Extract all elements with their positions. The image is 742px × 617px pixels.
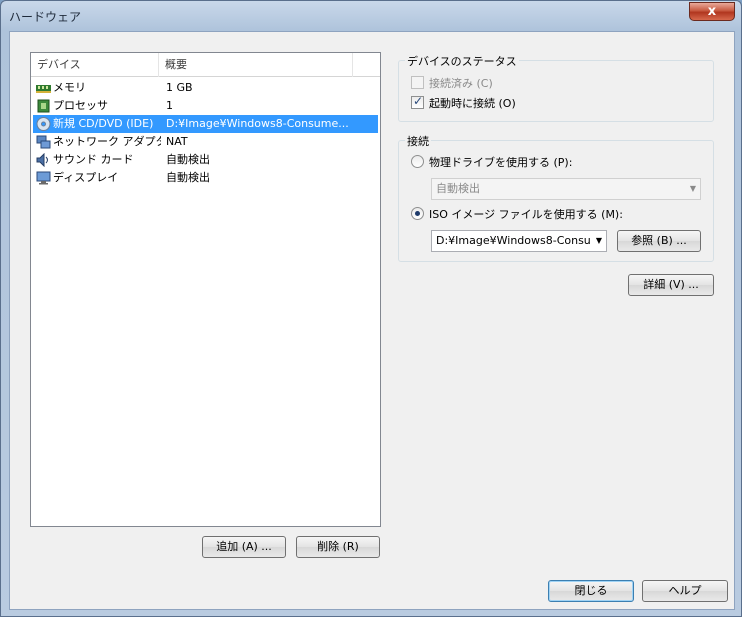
memory-icon [36,85,51,93]
chevron-down-icon: ▼ [689,184,696,193]
device-name: ネットワーク アダプタ [53,135,161,148]
device-summary: 自動検出 [166,171,210,184]
iso-path-value: D:¥Image¥Windows8-Consu [436,234,591,247]
processor-icon [37,99,50,113]
device-list-header: デバイス 概要 [31,53,380,77]
device-summary: NAT [166,135,188,148]
device-name: プロセッサ [53,99,108,112]
device-summary: 自動検出 [166,153,210,166]
browse-button[interactable]: 参照 (B) ... [617,230,701,252]
remove-device-button[interactable]: 削除 (R) [296,536,380,558]
device-name: メモリ [53,81,86,94]
device-row-sound[interactable]: サウンド カード 自動検出 [33,151,378,169]
cd-dvd-icon [36,117,51,131]
iso-image-radio[interactable] [411,207,424,220]
device-status-group: デバイスのステータス 接続済み (C) ✓ 起動時に接続 (O) [398,53,714,122]
device-name: ディスプレイ [53,171,119,184]
column-header-summary[interactable]: 概要 [159,53,353,77]
iso-image-label: ISO イメージ ファイルを使用する (M): [429,208,623,221]
device-row-network[interactable]: ネットワーク アダプタ NAT [33,133,378,151]
connection-title: 接続 [405,133,431,149]
iso-path-combo[interactable]: D:¥Image¥Windows8-Consu ▼ [431,230,607,252]
hardware-window: ハードウェア x デバイス 概要 メモリ 1 GB プロセッサ 1 新規 CD/… [0,0,742,617]
device-row-processor[interactable]: プロセッサ 1 [33,97,378,115]
close-button[interactable]: 閉じる [548,580,634,602]
title-bar[interactable]: ハードウェア x [1,1,741,31]
window-title: ハードウェア [9,10,82,24]
checkmark-icon: ✓ [413,94,424,108]
device-list[interactable]: デバイス 概要 メモリ 1 GB プロセッサ 1 新規 CD/DVD (IDE)… [30,52,381,527]
dialog-body: デバイス 概要 メモリ 1 GB プロセッサ 1 新規 CD/DVD (IDE)… [9,31,735,610]
sound-card-icon [36,153,48,167]
connect-on-start-label: 起動時に接続 (O) [429,97,516,110]
help-button[interactable]: ヘルプ [642,580,728,602]
device-summary: 1 GB [166,81,193,94]
physical-drive-select[interactable]: 自動検出 ▼ [431,178,701,200]
advanced-button[interactable]: 詳細 (V) ... [628,274,714,296]
display-icon [36,171,51,185]
connected-checkbox[interactable] [411,76,424,89]
device-status-title: デバイスのステータス [405,53,519,69]
chevron-down-icon: ▼ [595,236,602,245]
column-header-device[interactable]: デバイス [31,53,159,77]
add-device-button[interactable]: 追加 (A) ... [202,536,286,558]
connection-group: 接続 物理ドライブを使用する (P): 自動検出 ▼ ISO イメージ ファイル… [398,133,714,262]
device-row-cd-dvd[interactable]: 新規 CD/DVD (IDE) D:¥Image¥Windows8-Consum… [33,115,378,133]
device-row-display[interactable]: ディスプレイ 自動検出 [33,169,378,187]
device-summary: 1 [166,99,173,112]
device-name: サウンド カード [53,153,134,166]
device-summary: D:¥Image¥Windows8-Consume... [166,117,349,130]
connect-on-start-checkbox[interactable]: ✓ [411,94,424,109]
physical-drive-radio[interactable] [411,155,424,168]
close-window-button[interactable]: x [689,2,735,21]
radio-selected-dot [415,211,420,216]
connected-label: 接続済み (C) [429,77,493,90]
device-row-memory[interactable]: メモリ 1 GB [33,79,378,97]
physical-drive-value: 自動検出 [436,182,480,195]
network-adapter-icon [36,135,51,149]
physical-drive-label: 物理ドライブを使用する (P): [429,156,573,169]
device-name: 新規 CD/DVD (IDE) [53,117,154,130]
